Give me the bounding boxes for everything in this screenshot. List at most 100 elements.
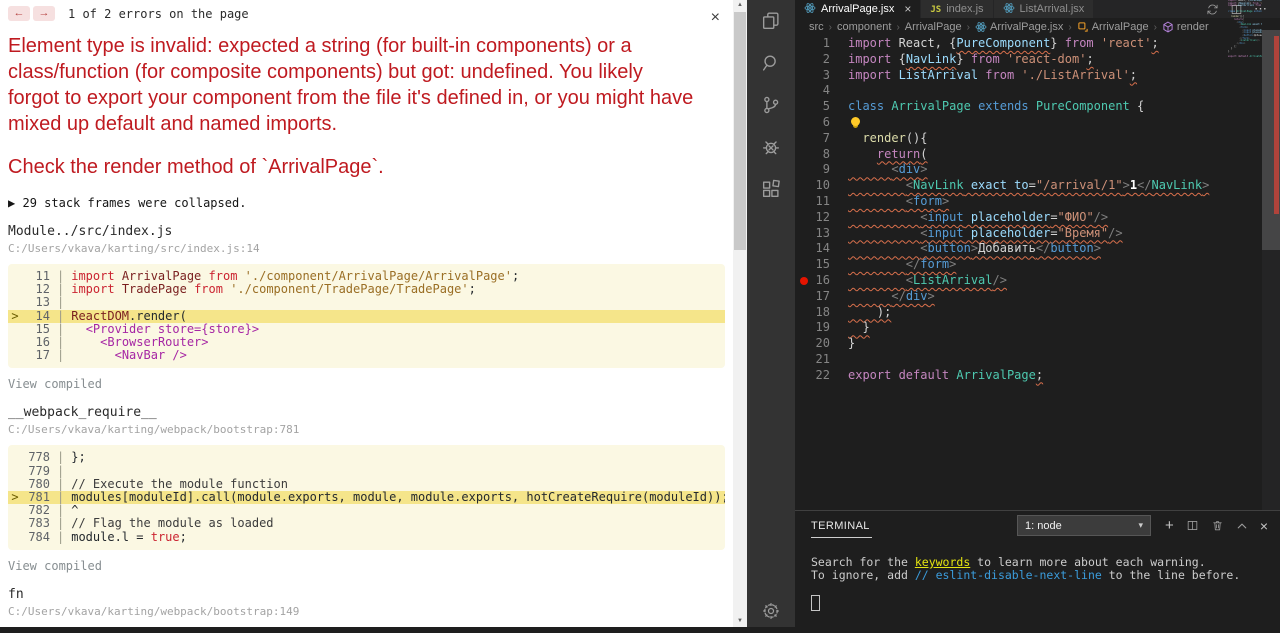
code-token: <NavBar /> [115,348,187,362]
line-separator: | [50,349,71,362]
line-content: <input placeholder="Время"/> [848,226,1262,242]
stack-frame-code: 11|import ArrivalPage from './component/… [8,264,725,368]
editor-line: 16 <ListArrival/> [795,273,1262,289]
code-token: ; [1086,52,1093,66]
scrollbar-thumb[interactable] [734,12,746,250]
browser-scrollbar[interactable]: ▲ ▼ [733,0,747,627]
code-token: modules[moduleId].call(module.exports, m… [71,490,725,504]
code-token: < [891,162,898,176]
code-token: div [906,289,928,303]
stack-frame-function: fn [8,587,725,602]
code-token: ArrivalPage [891,99,978,113]
breadcrumb-item[interactable]: ArrivalPage [1077,21,1149,33]
close-panel-icon[interactable]: × [1260,519,1268,533]
minimap-line: import ListArrival from './ListArrival'; [1228,5,1262,8]
terminal-shell-value: 1: node [1025,520,1062,532]
kill-terminal-icon[interactable] [1211,519,1224,532]
code-token: placeholder [964,226,1051,240]
code-token: > [928,289,935,303]
code-token: from [1254,4,1262,7]
next-error-button[interactable]: → [33,6,55,21]
line-number: 20 [795,336,848,352]
scroll-down-icon[interactable]: ▼ [733,618,747,624]
code-token [848,147,877,161]
breadcrumb-item[interactable]: src [809,21,824,33]
stack-frames: Module../src/index.jsC:/Users/vkava/kart… [0,224,733,627]
highlight-marker [8,517,22,530]
terminal-cursor[interactable] [811,595,820,611]
code-token: './component/TradePage/TradePage' [230,282,468,296]
stack-frame-path: C:/Users/vkava/karting/webpack/bootstrap… [8,423,725,436]
code-token: button [927,241,970,255]
tab-terminal[interactable]: TERMINAL [811,513,872,538]
code-token: ArrivalPage [1237,10,1254,13]
activity-extensions-icon[interactable] [747,168,795,210]
code-token: button [1050,241,1093,255]
breakpoint-dot[interactable] [800,277,808,285]
code-token: "/arrival/1" [1036,178,1123,192]
terminal-line: To ignore, add // eslint-disable-next-li… [811,569,1280,582]
close-tab-icon[interactable]: × [904,3,911,15]
breadcrumb-label: ArrivalPage [905,21,962,33]
sync-icon[interactable] [1206,3,1219,16]
activity-settings-gear-icon[interactable] [761,601,781,626]
editor-tab[interactable]: JSindex.js [921,0,993,18]
code-token: from [187,282,230,296]
previous-error-button[interactable]: ← [8,6,30,21]
code-token: ListArrival [899,68,978,82]
editor-line: 15 </form> [795,257,1262,273]
view-compiled-link[interactable]: View compiled [8,559,725,573]
editor-line: 12 <input placeholder="ФИО"/> [795,210,1262,226]
terminal-shell-select[interactable]: 1: node ▾ [1017,515,1151,536]
editor-line: 8 return( [795,147,1262,163]
code-token: from [971,52,1007,66]
split-terminal-icon[interactable] [1186,519,1199,532]
code-token: ; [180,530,187,544]
minimap[interactable]: import React, {PureComponent} from 'reac… [1228,0,1262,59]
code-token: <BrowserRouter> [100,335,208,349]
editor-tab[interactable]: ArrivalPage.jsx × [795,0,921,18]
code-token: import [848,68,899,82]
maximize-panel-icon[interactable] [1236,520,1248,532]
line-number: 3 [795,68,848,84]
editor-line: 20} [795,336,1262,352]
view-compiled-link[interactable]: View compiled [8,377,725,391]
tab-label: ArrivalPage.jsx [821,3,894,15]
breadcrumb-item[interactable]: ArrivalPage [905,21,962,33]
activity-debug-icon[interactable] [747,126,795,168]
activity-explorer-icon[interactable] [747,0,795,42]
code-editor[interactable]: 1import React, {PureComponent} from 'rea… [795,36,1262,510]
error-overlay-header: ← → 1 of 2 errors on the page × [0,0,733,21]
breadcrumb-label: ArrivalPage.jsx [990,21,1063,33]
collapsed-frames-toggle[interactable]: ▶ 29 stack frames were collapsed. [8,196,725,210]
editor-line: 18 ); [795,305,1262,321]
line-content: <div> [848,162,1262,178]
breadcrumb-item[interactable]: ArrivalPage.jsx [975,21,1063,33]
code-token [848,194,906,208]
line-separator: | [50,531,71,544]
symbol-method-icon [1162,21,1174,33]
activity-source-control-icon[interactable] [747,84,795,126]
breadcrumb-item[interactable]: component [837,21,891,33]
activity-search-icon[interactable] [747,42,795,84]
code-token [848,273,906,287]
code-token: < [906,194,913,208]
new-terminal-icon[interactable]: + [1165,519,1174,532]
react-icon [1003,2,1015,17]
terminal-output[interactable]: Search for the keywords to learn more ab… [795,540,1280,611]
code-token: > [1202,178,1209,192]
line-number: 14 [795,241,848,257]
scroll-up-icon[interactable]: ▲ [733,2,747,8]
editor-tab[interactable]: ListArrival.jsx [994,0,1095,18]
close-overlay-icon[interactable]: × [711,10,720,26]
line-number: 7 [795,131,848,147]
breadcrumb-item[interactable]: render [1162,21,1209,33]
editor-line: 13 <input placeholder="Время"/> [795,226,1262,242]
code-token: > [920,162,927,176]
editor-line: 11 <form> [795,194,1262,210]
highlight-marker [8,451,22,464]
code-token: "Время" [1058,226,1109,240]
lightbulb-icon[interactable] [851,117,860,126]
line-number: 6 [795,115,848,131]
editor-line: 21 [795,352,1262,368]
